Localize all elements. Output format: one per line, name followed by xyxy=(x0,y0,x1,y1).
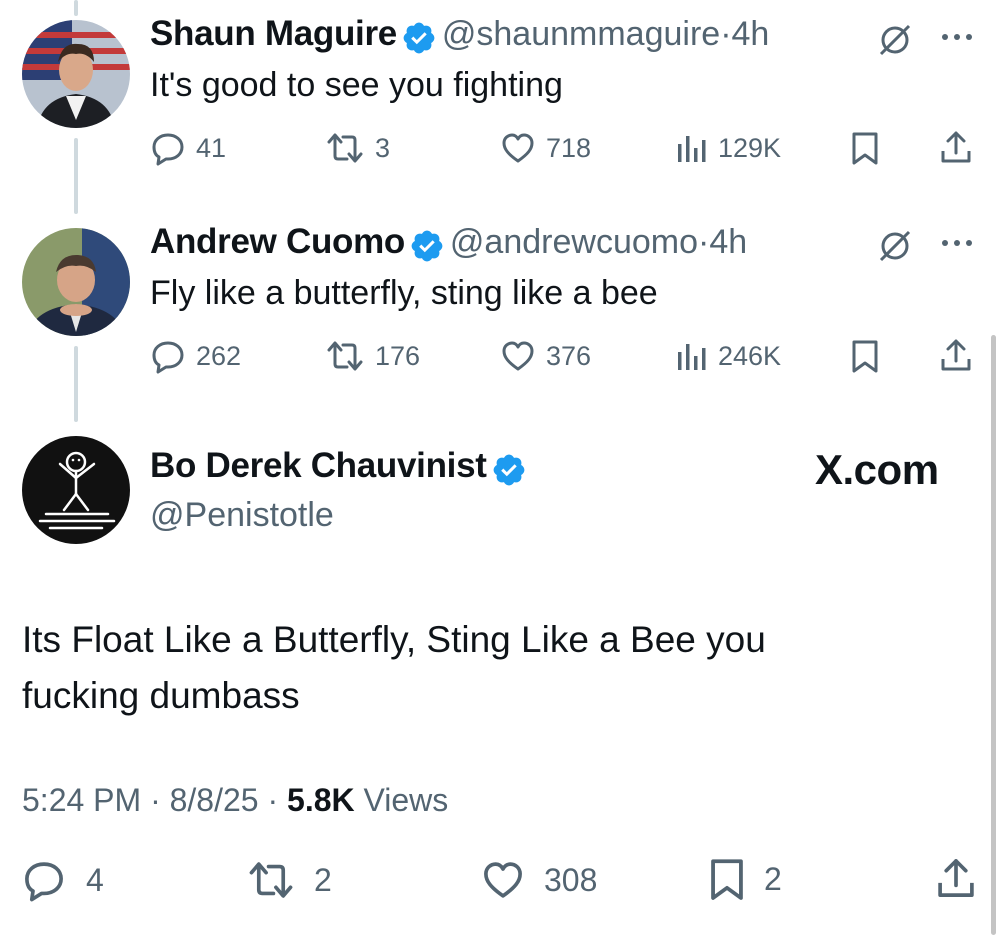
reply-icon xyxy=(152,133,184,166)
more-icon[interactable] xyxy=(940,236,976,254)
share-icon xyxy=(938,859,974,897)
retweet-button[interactable]: 2 xyxy=(246,858,332,902)
retweet-icon xyxy=(327,341,363,371)
author-handle[interactable]: @shaunmmaguire xyxy=(442,15,720,53)
views-count: 129K xyxy=(718,132,782,163)
views-count: 5.8K xyxy=(287,782,355,818)
thread-line xyxy=(74,138,78,214)
like-icon xyxy=(484,862,522,898)
bookmark-icon xyxy=(852,132,878,165)
share-button[interactable] xyxy=(938,337,974,373)
bookmark-button[interactable] xyxy=(850,338,880,374)
dot-separator: · xyxy=(720,15,732,53)
like-button[interactable]: 718 xyxy=(500,130,591,166)
retweet-count: 176 xyxy=(375,340,421,371)
views-icon xyxy=(678,344,706,370)
reply-count: 4 xyxy=(86,861,104,898)
author-name[interactable]: Andrew Cuomo xyxy=(150,222,405,261)
scrollbar[interactable] xyxy=(991,335,996,935)
share-button[interactable] xyxy=(938,129,974,165)
tweet-time[interactable]: 4h xyxy=(709,223,747,261)
tweet-text: It's good to see you fighting xyxy=(150,66,563,104)
x-watermark: X.com xyxy=(815,446,939,493)
tweet-header: Bo Derek Chauvinist xyxy=(150,446,527,493)
share-icon xyxy=(941,339,971,371)
views-count: 246K xyxy=(718,340,782,371)
tweet-header: Shaun Maguire @shaunmmaguire·4h xyxy=(150,14,769,61)
share-icon xyxy=(941,131,971,163)
avatar[interactable] xyxy=(22,436,130,544)
reply-count: 41 xyxy=(196,132,227,163)
tweet-text: Fly like a butterfly, sting like a bee xyxy=(150,274,658,312)
views-label: Views xyxy=(363,782,449,818)
retweet-count: 2 xyxy=(314,861,332,898)
verified-icon xyxy=(409,228,445,269)
retweet-icon xyxy=(249,862,293,898)
reply-icon xyxy=(152,341,184,374)
like-icon xyxy=(502,133,534,163)
bookmark-count: 2 xyxy=(764,860,782,897)
bookmark-icon xyxy=(852,340,878,373)
tweet-time[interactable]: 4h xyxy=(732,15,770,53)
dot-separator: · xyxy=(698,223,710,261)
thread-line xyxy=(74,0,78,16)
retweet-button[interactable]: 3 xyxy=(325,130,390,166)
author-handle[interactable]: @andrewcuomo xyxy=(450,223,698,261)
tweet-date[interactable]: 8/8/25 xyxy=(170,782,259,818)
like-button[interactable]: 376 xyxy=(500,338,591,374)
avatar[interactable] xyxy=(22,228,130,336)
reply-button[interactable]: 262 xyxy=(150,338,241,374)
verified-icon xyxy=(401,20,437,61)
author-name[interactable]: Bo Derek Chauvinist xyxy=(150,446,487,485)
retweet-count: 3 xyxy=(375,132,391,163)
author-name[interactable]: Shaun Maguire xyxy=(150,14,397,53)
like-count: 718 xyxy=(546,132,592,163)
reply-count: 262 xyxy=(196,340,242,371)
tweet-header: Andrew Cuomo @andrewcuomo·4h xyxy=(150,222,747,269)
verified-icon xyxy=(491,452,527,493)
views-button[interactable]: 129K xyxy=(676,130,781,166)
tweet-meta: 5:24 PM · 8/8/25 · 5.8K Views xyxy=(22,782,448,819)
dot-separator: · xyxy=(150,782,161,818)
bookmark-button[interactable]: 2 xyxy=(708,856,782,902)
thread-line xyxy=(74,346,78,422)
retweet-button[interactable]: 176 xyxy=(325,338,420,374)
tweet-text: Its Float Like a Butterfly, Sting Like a… xyxy=(22,612,766,724)
share-button[interactable] xyxy=(934,856,978,900)
reply-icon xyxy=(25,862,63,902)
more-icon[interactable] xyxy=(940,30,976,48)
author-handle[interactable]: @Penistotle xyxy=(150,496,334,535)
bookmark-icon xyxy=(711,859,743,900)
like-button[interactable]: 308 xyxy=(480,858,597,902)
tweet-text-line: fucking dumbass xyxy=(22,675,300,716)
retweet-icon xyxy=(327,133,363,163)
bookmark-button[interactable] xyxy=(850,130,880,166)
reply-button[interactable]: 4 xyxy=(22,858,104,902)
dot-separator: · xyxy=(267,782,279,818)
avatar[interactable] xyxy=(22,20,130,128)
like-count: 308 xyxy=(544,861,598,898)
like-count: 376 xyxy=(546,340,592,371)
like-icon xyxy=(502,341,534,371)
tweet-text-line: Its Float Like a Butterfly, Sting Like a… xyxy=(22,619,766,660)
views-icon xyxy=(678,136,706,162)
tweet-time[interactable]: 5:24 PM xyxy=(22,782,141,818)
grok-icon[interactable] xyxy=(877,228,913,269)
views-button[interactable]: 246K xyxy=(676,338,781,374)
reply-button[interactable]: 41 xyxy=(150,130,226,166)
grok-icon[interactable] xyxy=(877,22,913,63)
